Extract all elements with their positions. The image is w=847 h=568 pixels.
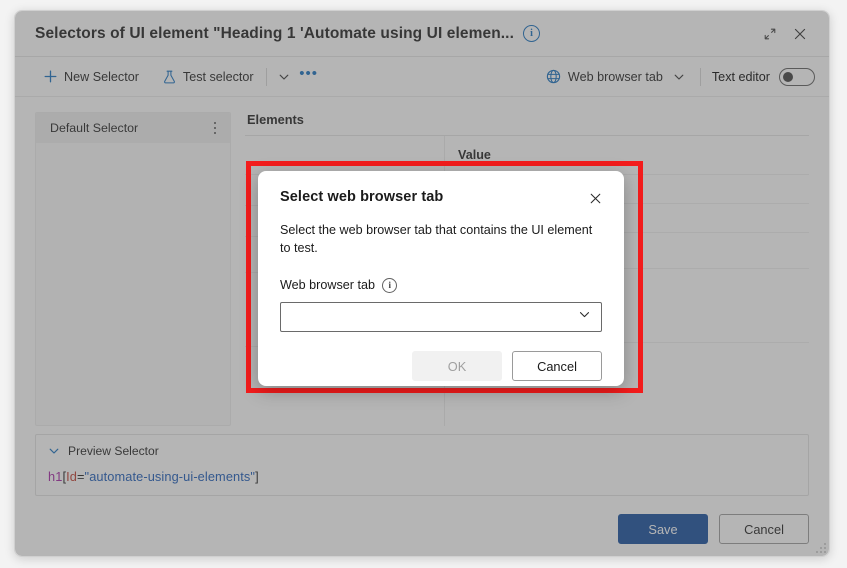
chevron-down-icon[interactable] bbox=[578, 308, 591, 326]
info-icon[interactable]: i bbox=[381, 277, 398, 293]
title-info-icon[interactable]: i bbox=[523, 25, 540, 42]
new-selector-label: New Selector bbox=[64, 69, 139, 84]
ok-button[interactable]: OK bbox=[412, 351, 502, 381]
preview-selector-code: h1[Id="automate-using-ui-elements"] bbox=[48, 469, 796, 484]
toggle-knob bbox=[783, 71, 793, 82]
preview-selector-label: Preview Selector bbox=[68, 444, 159, 458]
selector-list-item[interactable]: Default Selector bbox=[36, 113, 230, 143]
dialog-actions: OK Cancel bbox=[280, 351, 602, 381]
close-icon[interactable] bbox=[584, 187, 606, 209]
column-header-element bbox=[245, 136, 444, 174]
dialog-cancel-button[interactable]: Cancel bbox=[512, 351, 602, 381]
dialog-footer: Save Cancel bbox=[15, 502, 829, 556]
flask-icon bbox=[163, 70, 176, 84]
dialog-description: Select the web browser tab that contains… bbox=[280, 223, 593, 256]
select-web-browser-tab-dialog: Select web browser tab Select the web br… bbox=[258, 171, 624, 386]
restore-icon[interactable] bbox=[755, 19, 785, 49]
code-token-tag: h1 bbox=[48, 469, 63, 484]
page-title: Selectors of UI element "Heading 1 'Auto… bbox=[35, 24, 514, 42]
selectors-list-pane: Default Selector bbox=[35, 112, 231, 426]
selectors-dialog-window: Selectors of UI element "Heading 1 'Auto… bbox=[14, 10, 830, 557]
test-selector-label: Test selector bbox=[182, 69, 254, 84]
command-bar: New Selector Test selector ••• Web brows… bbox=[15, 57, 829, 97]
cancel-button[interactable]: Cancel bbox=[719, 514, 809, 544]
chevron-down-icon[interactable] bbox=[670, 64, 688, 90]
window-title-bar: Selectors of UI element "Heading 1 'Auto… bbox=[15, 11, 829, 57]
command-bar-divider bbox=[265, 67, 267, 86]
code-token-string: "automate-using-ui-elements" bbox=[84, 469, 256, 484]
dialog-title: Select web browser tab bbox=[280, 189, 444, 205]
resize-grip[interactable] bbox=[813, 540, 826, 553]
web-browser-tab-field-label: Web browser tab i bbox=[280, 277, 602, 293]
dialog-header: Select web browser tab bbox=[280, 189, 602, 209]
web-browser-tab-button[interactable]: Web browser tab bbox=[539, 63, 695, 90]
elements-heading: Elements bbox=[247, 112, 304, 127]
preview-selector-panel: Preview Selector h1[Id="automate-using-u… bbox=[35, 434, 809, 496]
plus-icon bbox=[44, 70, 57, 83]
code-token-punc-3: ] bbox=[255, 469, 259, 484]
code-token-punc-2: = bbox=[76, 469, 85, 484]
selector-list-item-label: Default Selector bbox=[50, 121, 139, 135]
kebab-menu-icon[interactable] bbox=[206, 117, 224, 139]
save-button[interactable]: Save bbox=[618, 514, 708, 544]
more-options-icon[interactable]: ••• bbox=[296, 61, 322, 92]
web-browser-tab-select[interactable] bbox=[280, 302, 602, 332]
web-browser-tab-label: Web browser tab bbox=[567, 69, 663, 84]
toolbar-divider-2 bbox=[699, 67, 701, 86]
preview-selector-header[interactable]: Preview Selector bbox=[48, 444, 796, 458]
column-header-value: Value bbox=[458, 148, 491, 162]
text-editor-label: Text editor bbox=[711, 69, 770, 84]
chevron-down-icon[interactable] bbox=[272, 64, 296, 90]
new-selector-button[interactable]: New Selector bbox=[37, 63, 146, 90]
code-token-attr: Id bbox=[66, 469, 77, 484]
chevron-down-icon[interactable] bbox=[48, 445, 60, 457]
text-editor-toggle-group[interactable]: Text editor bbox=[711, 67, 815, 86]
close-icon[interactable] bbox=[785, 19, 815, 49]
field-label-text: Web browser tab bbox=[280, 278, 375, 293]
test-selector-button[interactable]: Test selector bbox=[156, 63, 261, 90]
text-editor-toggle[interactable] bbox=[779, 67, 815, 86]
globe-icon bbox=[546, 69, 561, 84]
